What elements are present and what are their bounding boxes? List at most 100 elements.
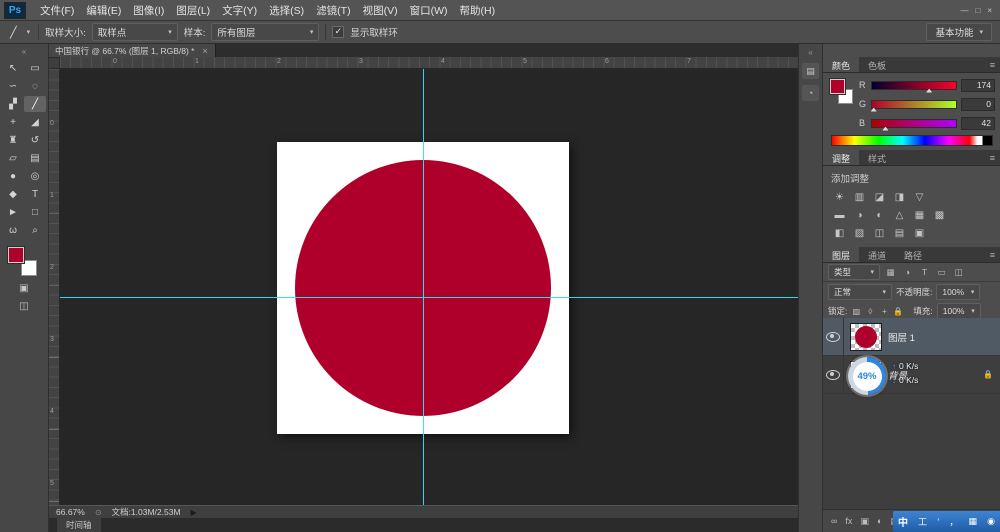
photo-filter-icon[interactable]: △: [891, 208, 908, 222]
opacity-dropdown[interactable]: 100% ▾: [936, 284, 980, 300]
hand-tool[interactable]: ω: [2, 222, 24, 238]
spot-healing-brush-tool[interactable]: +: [2, 114, 24, 130]
input-method-mode[interactable]: 中: [898, 514, 908, 529]
tab-swatches[interactable]: 色板: [859, 57, 895, 72]
red-channel-slider[interactable]: [871, 81, 957, 90]
filter-pixel-layers-icon[interactable]: ▦: [884, 267, 897, 278]
panel-menu-icon[interactable]: ≡: [984, 150, 1000, 165]
levels-icon[interactable]: ▥: [851, 190, 868, 204]
hue-saturation-icon[interactable]: ▬: [831, 208, 848, 222]
brightness-contrast-icon[interactable]: ☀: [831, 190, 848, 204]
filter-adjustment-layers-icon[interactable]: ◑: [901, 267, 914, 277]
curves-icon[interactable]: ◪: [871, 190, 888, 204]
type-tool[interactable]: T: [24, 186, 46, 202]
zoom-tool[interactable]: ⌕: [24, 222, 46, 238]
pen-tool[interactable]: ◆: [2, 186, 24, 202]
channel-mixer-icon[interactable]: ▦: [911, 208, 928, 222]
filter-smart-object-icon[interactable]: ◫: [952, 267, 965, 278]
threshold-icon[interactable]: ◫: [871, 226, 888, 240]
fill-dropdown[interactable]: 100% ▾: [937, 303, 981, 319]
layer-filter-dropdown[interactable]: 类型 ▾: [828, 264, 880, 280]
close-icon[interactable]: ×: [987, 6, 992, 15]
visibility-well[interactable]: [823, 318, 844, 355]
slider-marker-icon[interactable]: [871, 108, 877, 112]
status-flyout-arrow[interactable]: ▶: [191, 508, 197, 517]
minimize-icon[interactable]: —: [960, 6, 968, 15]
tab-channels[interactable]: 通道: [859, 247, 895, 262]
visibility-well[interactable]: [823, 356, 844, 393]
eyedropper-tool[interactable]: ╱: [24, 96, 46, 112]
sample-dropdown[interactable]: 所有图层 ▾: [211, 23, 319, 41]
history-panel-icon[interactable]: ▤: [802, 63, 819, 79]
clone-stamp-tool[interactable]: ♜: [2, 132, 24, 148]
progress-ring-overlay[interactable]: 49%: [848, 357, 886, 395]
panel-menu-icon[interactable]: ≡: [984, 57, 1000, 72]
menu-edit[interactable]: 编辑(E): [80, 0, 127, 21]
quick-selection-tool[interactable]: ◌: [24, 78, 46, 94]
panel-menu-icon[interactable]: ≡: [984, 247, 1000, 262]
dodge-tool[interactable]: ◎: [24, 168, 46, 184]
taskbar-icon[interactable]: ，: [949, 515, 958, 528]
screen-mode-icon[interactable]: ◫: [19, 301, 28, 312]
layer-thumbnail[interactable]: [850, 323, 882, 351]
ruler-left[interactable]: 0 1 2 3 4 5: [48, 69, 60, 505]
menu-help[interactable]: 帮助(H): [454, 0, 502, 21]
filter-type-layers-icon[interactable]: T: [918, 267, 931, 277]
menu-window[interactable]: 窗口(W): [404, 0, 454, 21]
adjustment-layer-icon[interactable]: ◐: [877, 516, 882, 526]
move-tool[interactable]: ↖: [2, 60, 24, 76]
rectangle-shape-tool[interactable]: □: [24, 204, 46, 220]
crop-tool[interactable]: ▞: [2, 96, 24, 112]
menu-select[interactable]: 选择(S): [263, 0, 310, 21]
exposure-icon[interactable]: ◨: [891, 190, 908, 204]
timeline-tab[interactable]: 时间轴: [57, 518, 101, 532]
show-sampling-ring-checkbox[interactable]: ✓: [332, 26, 344, 38]
layer-row-layer1[interactable]: 图层 1: [823, 318, 1000, 356]
foreground-color-swatch[interactable]: [8, 247, 24, 263]
sample-size-dropdown[interactable]: 取样点 ▾: [92, 23, 178, 41]
vibrance-icon[interactable]: ▽: [911, 190, 928, 204]
history-brush-tool[interactable]: ↺: [24, 132, 46, 148]
slider-marker-icon[interactable]: [926, 89, 932, 93]
taskbar-icon[interactable]: ’: [937, 517, 939, 527]
lock-image-pixels-icon[interactable]: ◊: [865, 307, 875, 316]
menu-image[interactable]: 图像(I): [127, 0, 170, 21]
layer-name[interactable]: 图层 1: [888, 330, 915, 344]
lock-all-icon[interactable]: 🔒: [893, 307, 903, 316]
invert-icon[interactable]: ◧: [831, 226, 848, 240]
workspace-switcher[interactable]: 基本功能 ▾: [926, 23, 992, 41]
lock-position-icon[interactable]: +: [879, 307, 889, 316]
tab-styles[interactable]: 样式: [859, 150, 895, 165]
blue-channel-slider[interactable]: [871, 119, 957, 128]
link-layers-icon[interactable]: ∞: [831, 516, 837, 526]
horizontal-guide[interactable]: [60, 297, 798, 298]
quick-mask-icon[interactable]: ▣: [19, 283, 28, 294]
document-tab[interactable]: 中国银行 @ 66.7% (图层 1, RGB/8) * ×: [48, 44, 216, 57]
tab-layers[interactable]: 图层: [823, 247, 859, 262]
zoom-level-field[interactable]: 66.67%: [56, 507, 85, 517]
lasso-tool[interactable]: ∽: [2, 78, 24, 94]
eyedropper-tool-preset[interactable]: ╱ ▾: [8, 26, 32, 39]
eraser-tool[interactable]: ▱: [2, 150, 24, 166]
green-channel-slider[interactable]: [871, 100, 957, 109]
path-selection-tool[interactable]: ►: [2, 204, 24, 220]
blend-mode-dropdown[interactable]: 正常 ▾: [828, 284, 892, 300]
green-value-field[interactable]: 0: [961, 98, 995, 111]
taskbar-icon[interactable]: ◉: [987, 516, 995, 527]
layer-style-icon[interactable]: fx: [845, 516, 852, 526]
blue-value-field[interactable]: 42: [961, 117, 995, 130]
blur-tool[interactable]: ●: [2, 168, 24, 184]
network-speed-overlay[interactable]: ↑ 0 K/s ↓ 0 K/s: [892, 361, 918, 385]
posterize-icon[interactable]: ▨: [851, 226, 868, 240]
menu-file[interactable]: 文件(F): [34, 0, 80, 21]
toolbar-collapse-icon[interactable]: «: [0, 44, 48, 57]
foreground-color-swatch[interactable]: [830, 79, 845, 94]
filter-shape-layers-icon[interactable]: ▭: [935, 267, 948, 278]
expand-panels-icon[interactable]: «: [808, 48, 812, 57]
black-white-icon[interactable]: ◐: [871, 208, 888, 222]
close-tab-icon[interactable]: ×: [202, 46, 207, 56]
selective-color-icon[interactable]: ▣: [911, 226, 928, 240]
rectangular-marquee-tool[interactable]: ▭: [24, 60, 46, 76]
brush-tool[interactable]: ◢: [24, 114, 46, 130]
tab-adjustments[interactable]: 调整: [823, 150, 859, 165]
